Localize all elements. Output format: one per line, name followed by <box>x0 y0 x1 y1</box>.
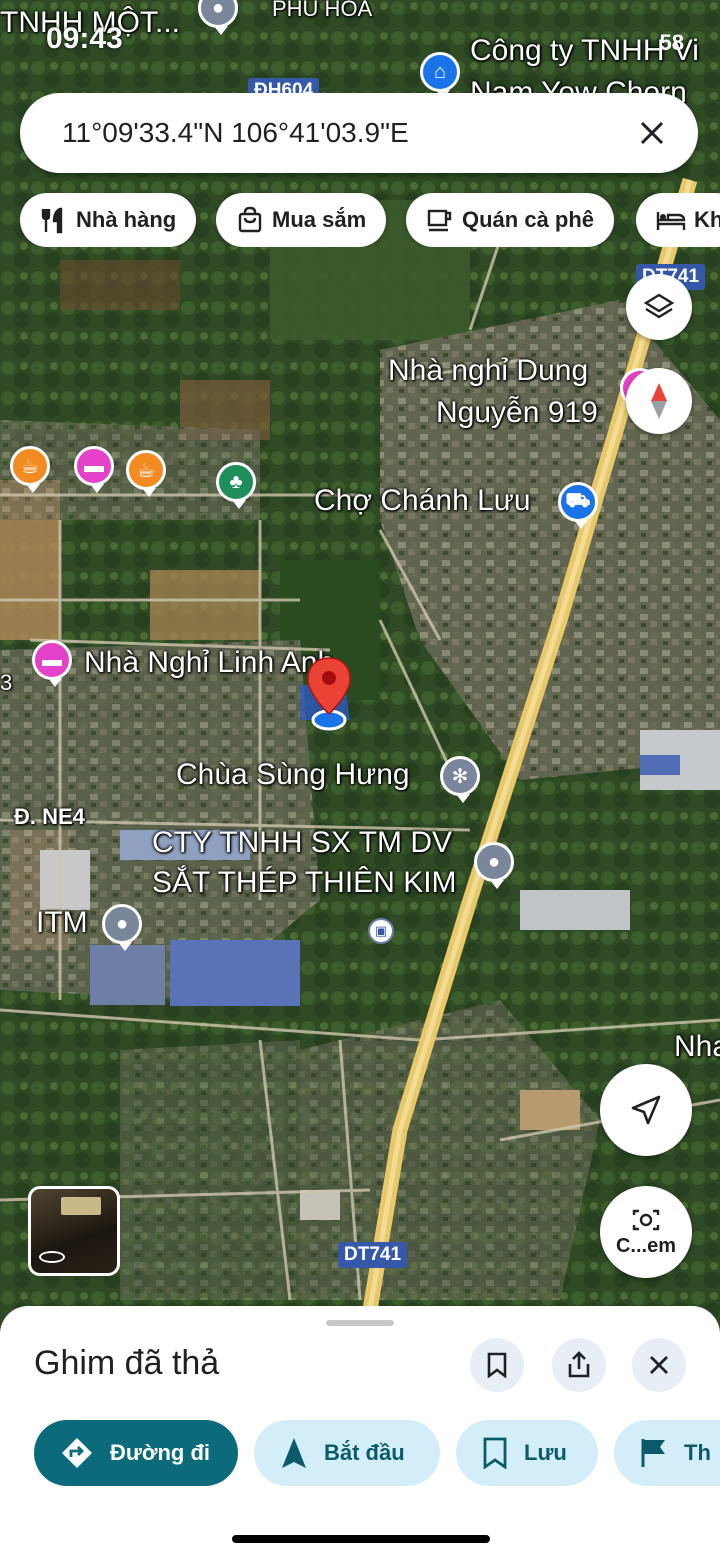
label-button[interactable]: Th <box>614 1420 720 1486</box>
chip-shopping[interactable]: Mua sắm <box>216 193 387 247</box>
street-view-360-icon <box>39 1251 65 1263</box>
map-label-nha-nghi-dung[interactable]: Nhà nghỉ Dung <box>388 354 588 388</box>
save-place-button[interactable]: Lưu <box>456 1420 598 1486</box>
navigation-arrow-icon <box>282 1438 306 1468</box>
home-indicator[interactable] <box>232 1535 490 1543</box>
lens-camera-button[interactable]: C...em <box>600 1186 692 1278</box>
start-button[interactable]: Bắt đầu <box>254 1420 440 1486</box>
directions-label: Đường đi <box>110 1440 210 1465</box>
coffee-icon <box>427 209 452 232</box>
map-label-nguyen-919[interactable]: Nguyễn 919 <box>436 396 598 430</box>
street-view-sign <box>61 1197 101 1215</box>
search-bar[interactable]: 11°09'33.4"N 106°41'03.9"E <box>20 93 698 173</box>
share-button[interactable] <box>552 1338 606 1392</box>
sheet-drag-handle[interactable] <box>326 1320 394 1326</box>
navigation-arrow-icon <box>631 1095 661 1125</box>
restaurant-icon[interactable]: ♣ <box>216 462 256 509</box>
label-label: Th <box>684 1440 711 1465</box>
map-label-ne4: Đ. NE4 <box>14 804 85 829</box>
restaurant-icon <box>41 207 63 234</box>
start-label: Bắt đầu <box>324 1440 405 1465</box>
poi-marker-generic[interactable]: ● <box>102 904 142 951</box>
map-label-phu-hoa: PHÚ HÒA <box>272 0 373 21</box>
my-location-button[interactable] <box>600 1064 692 1156</box>
dropped-pin-icon[interactable] <box>304 654 354 734</box>
save-label: Lưu <box>524 1440 567 1465</box>
poi-marker-generic[interactable]: ● <box>474 842 514 889</box>
category-chips: Nhà hàng Mua sắm Quán cà phê Kh <box>20 193 720 247</box>
status-time: 09:43 <box>46 22 123 55</box>
map-label-nha-nghi-linh-anh[interactable]: Nhà Nghỉ Linh Anh <box>84 646 334 680</box>
shopping-bag-icon <box>238 206 262 233</box>
chip-restaurants[interactable]: Nhà hàng <box>20 193 197 247</box>
layers-icon <box>643 293 675 319</box>
compass-icon <box>651 383 667 419</box>
chip-hotels[interactable]: Kh <box>636 193 720 247</box>
shopping-cart-icon[interactable]: ⛟ <box>558 482 598 529</box>
flag-icon <box>641 1439 665 1467</box>
chip-label: Mua sắm <box>272 207 367 232</box>
map-label-edge: 3 <box>0 670 13 695</box>
cafe-icon[interactable]: ☕ <box>10 446 50 493</box>
bookmark-icon <box>487 1352 507 1378</box>
hotel-icon[interactable]: ▬ <box>32 640 72 687</box>
close-icon[interactable] <box>632 113 672 153</box>
hotel-bed-icon <box>656 212 686 230</box>
road-shield-dt741-bottom: DT741 <box>338 1242 408 1268</box>
save-button[interactable] <box>470 1338 524 1392</box>
temple-icon[interactable]: ✻ <box>440 756 480 803</box>
map-label-chua-sung-hung[interactable]: Chùa Sùng Hưng <box>176 758 410 792</box>
search-coordinates-text[interactable]: 11°09'33.4"N 106°41'03.9"E <box>62 117 632 149</box>
shopping-icon[interactable]: ⌂ <box>420 52 460 99</box>
place-bottom-sheet[interactable]: Ghim đã thả Đường đi Bắt đầu Lưu Th <box>0 1306 720 1557</box>
hotel-icon[interactable]: ▬ <box>74 446 114 493</box>
camera-label: C...em <box>615 1234 677 1257</box>
street-view-thumbnail[interactable] <box>28 1186 120 1276</box>
sheet-title: Ghim đã thả <box>34 1344 220 1382</box>
map-label-cty-line2[interactable]: SẮT THÉP THIÊN KIM <box>152 866 457 900</box>
map-label-itm[interactable]: ITM <box>36 906 88 940</box>
map-label-cty-line1[interactable]: CTY TNHH SX TM DV <box>152 826 452 860</box>
chip-label: Nhà hàng <box>76 207 177 232</box>
directions-button[interactable]: Đường đi <box>34 1420 238 1486</box>
cafe-icon[interactable]: ☕ <box>126 450 166 497</box>
map-label-nha-right[interactable]: Nha <box>674 1030 720 1064</box>
status-battery: 58 <box>659 30 684 55</box>
chip-label: Kh <box>694 207 720 232</box>
bookmark-icon <box>483 1437 507 1469</box>
chip-label: Quán cà phê <box>462 207 595 232</box>
share-icon <box>568 1351 590 1378</box>
map-label-cho-chanh-luu[interactable]: Chợ Chánh Lưu <box>314 484 531 518</box>
close-sheet-button[interactable] <box>632 1338 686 1392</box>
camera-icon <box>632 1209 660 1230</box>
directions-icon <box>62 1438 92 1468</box>
chip-coffee[interactable]: Quán cà phê <box>406 193 615 247</box>
compass-button[interactable] <box>626 368 692 434</box>
bus-stop-icon[interactable]: ▣ <box>368 918 394 944</box>
layers-button[interactable] <box>626 274 692 340</box>
close-icon <box>650 1356 668 1374</box>
